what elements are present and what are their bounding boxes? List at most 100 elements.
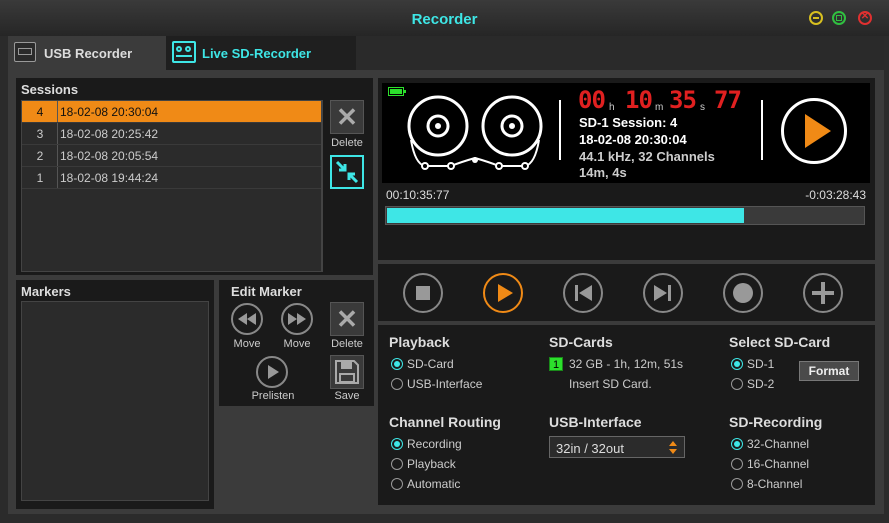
display-divider	[761, 100, 763, 160]
close-button[interactable]: ✕	[858, 11, 872, 25]
format-button[interactable]: Format	[799, 361, 859, 381]
plus-icon	[812, 282, 834, 304]
usb-interface-select[interactable]: 32in / 32out	[549, 436, 685, 458]
recorder-window: Recorder ✕ USB Recorder Live SD-Recorder	[0, 0, 889, 523]
x-icon: ✕	[336, 304, 358, 334]
usb-interface-title: USB-Interface	[549, 414, 642, 430]
sd-cards-title: SD-Cards	[549, 334, 613, 350]
maximize-button[interactable]	[832, 11, 846, 25]
timecode-seconds: 35	[669, 86, 697, 114]
sd-card-2-info: Insert SD Card.	[569, 377, 652, 391]
sd-2-radio[interactable]	[731, 378, 743, 390]
playback-usb-interface-label: USB-Interface	[407, 377, 483, 391]
session-line: SD-1 Session: 4	[579, 115, 678, 130]
play-icon	[268, 365, 279, 379]
length-line: 14m, 4s	[579, 165, 627, 180]
sd-2-label: SD-2	[747, 377, 775, 391]
fast-forward-icon	[288, 313, 306, 325]
move-forward-label: Move	[283, 338, 311, 350]
list-item[interactable]: 4 18-02-08 20:30:04	[22, 101, 322, 123]
date-line: 18-02-08 20:30:04	[579, 132, 687, 147]
delete-session-button[interactable]: ✕	[330, 100, 364, 134]
tab-bar: USB Recorder Live SD-Recorder	[8, 36, 884, 70]
progress-bar[interactable]	[385, 206, 865, 225]
sessions-title: Sessions	[21, 82, 79, 97]
progress-fill	[387, 208, 744, 223]
session-datetime: 18-02-08 20:25:42	[60, 127, 159, 141]
playback-sd-card-label: SD-Card	[407, 357, 454, 371]
playback-sd-card-radio[interactable]	[391, 358, 403, 370]
collapse-arrows-icon	[335, 160, 359, 184]
session-datetime: 18-02-08 20:30:04	[60, 105, 159, 119]
prelisten-label: Prelisten	[251, 390, 295, 402]
play-icon	[498, 284, 513, 302]
x-icon: ✕	[336, 102, 358, 132]
sd-recording-title: SD-Recording	[729, 414, 823, 430]
add-marker-button[interactable]	[803, 273, 843, 313]
list-item[interactable]: 1 18-02-08 19:44:24	[22, 167, 322, 189]
delete-session-label: Delete	[331, 137, 363, 149]
routing-playback-label: Playback	[407, 457, 456, 471]
playback-usb-interface-radio[interactable]	[391, 378, 403, 390]
next-button[interactable]	[643, 273, 683, 313]
sd-recording-8-label: 8-Channel	[747, 477, 803, 491]
sessions-list[interactable]: 4 18-02-08 20:30:04 3 18-02-08 20:25:42 …	[21, 100, 323, 272]
delete-marker-button[interactable]: ✕	[330, 302, 364, 336]
usb-interface-value: 32in / 32out	[556, 441, 624, 456]
move-back-label: Move	[233, 338, 261, 350]
battery-icon	[388, 87, 406, 96]
remaining-time: -0:03:28:43	[805, 188, 866, 202]
tab-usb-recorder[interactable]: USB Recorder	[8, 36, 166, 70]
list-item[interactable]: 2 18-02-08 20:05:54	[22, 145, 322, 167]
sd-recording-32-radio[interactable]	[731, 438, 743, 450]
move-back-button[interactable]	[231, 303, 263, 335]
timecode-hours: 00	[578, 86, 606, 114]
session-number: 1	[36, 171, 44, 185]
tape-reels-icon	[407, 95, 543, 170]
list-item[interactable]: 3 18-02-08 20:25:42	[22, 123, 322, 145]
skip-forward-icon	[654, 285, 671, 301]
rewind-icon	[238, 313, 256, 325]
minimize-button[interactable]	[809, 11, 823, 25]
sd-1-radio[interactable]	[731, 358, 743, 370]
prelisten-button[interactable]	[256, 356, 288, 388]
stop-button[interactable]	[403, 273, 443, 313]
big-play-button[interactable]	[781, 98, 847, 164]
collapse-button[interactable]	[330, 155, 364, 189]
routing-recording-label: Recording	[407, 437, 462, 451]
sd-card-1-info: 32 GB - 1h, 12m, 51s	[569, 357, 684, 371]
delete-marker-label: Delete	[331, 338, 363, 350]
record-icon	[733, 283, 753, 303]
session-number: 2	[36, 149, 44, 163]
markers-list[interactable]	[21, 301, 209, 501]
tab-live-sd-recorder[interactable]: Live SD-Recorder	[166, 36, 356, 70]
session-number: 4	[36, 105, 44, 119]
select-sd-card-title: Select SD-Card	[729, 334, 831, 350]
play-button[interactable]	[483, 273, 523, 313]
save-marker-label: Save	[334, 390, 360, 402]
session-datetime: 18-02-08 20:05:54	[60, 149, 159, 163]
sd-recording-16-label: 16-Channel	[747, 457, 810, 471]
edit-marker-title: Edit Marker	[231, 284, 302, 299]
timecode-frames: 77	[714, 86, 742, 114]
previous-button[interactable]	[563, 273, 603, 313]
markers-title: Markers	[21, 284, 71, 299]
move-forward-button[interactable]	[281, 303, 313, 335]
list-scrollbar[interactable]	[321, 101, 322, 271]
playback-title: Playback	[389, 334, 450, 350]
timecode-minutes: 10	[625, 86, 653, 114]
sd-recording-16-radio[interactable]	[731, 458, 743, 470]
record-button[interactable]	[723, 273, 763, 313]
sd-recording-8-radio[interactable]	[731, 478, 743, 490]
routing-playback-radio[interactable]	[391, 458, 403, 470]
display-divider	[559, 100, 561, 160]
elapsed-time: 00:10:35:77	[386, 188, 450, 202]
transport-panel	[378, 264, 875, 321]
routing-automatic-label: Automatic	[407, 477, 461, 491]
stop-icon	[416, 286, 430, 300]
routing-recording-radio[interactable]	[391, 438, 403, 450]
save-marker-button[interactable]	[330, 355, 364, 389]
format-line: 44.1 kHz, 32 Channels	[579, 149, 715, 164]
timecode-minutes-unit: m	[655, 102, 664, 113]
routing-automatic-radio[interactable]	[391, 478, 403, 490]
